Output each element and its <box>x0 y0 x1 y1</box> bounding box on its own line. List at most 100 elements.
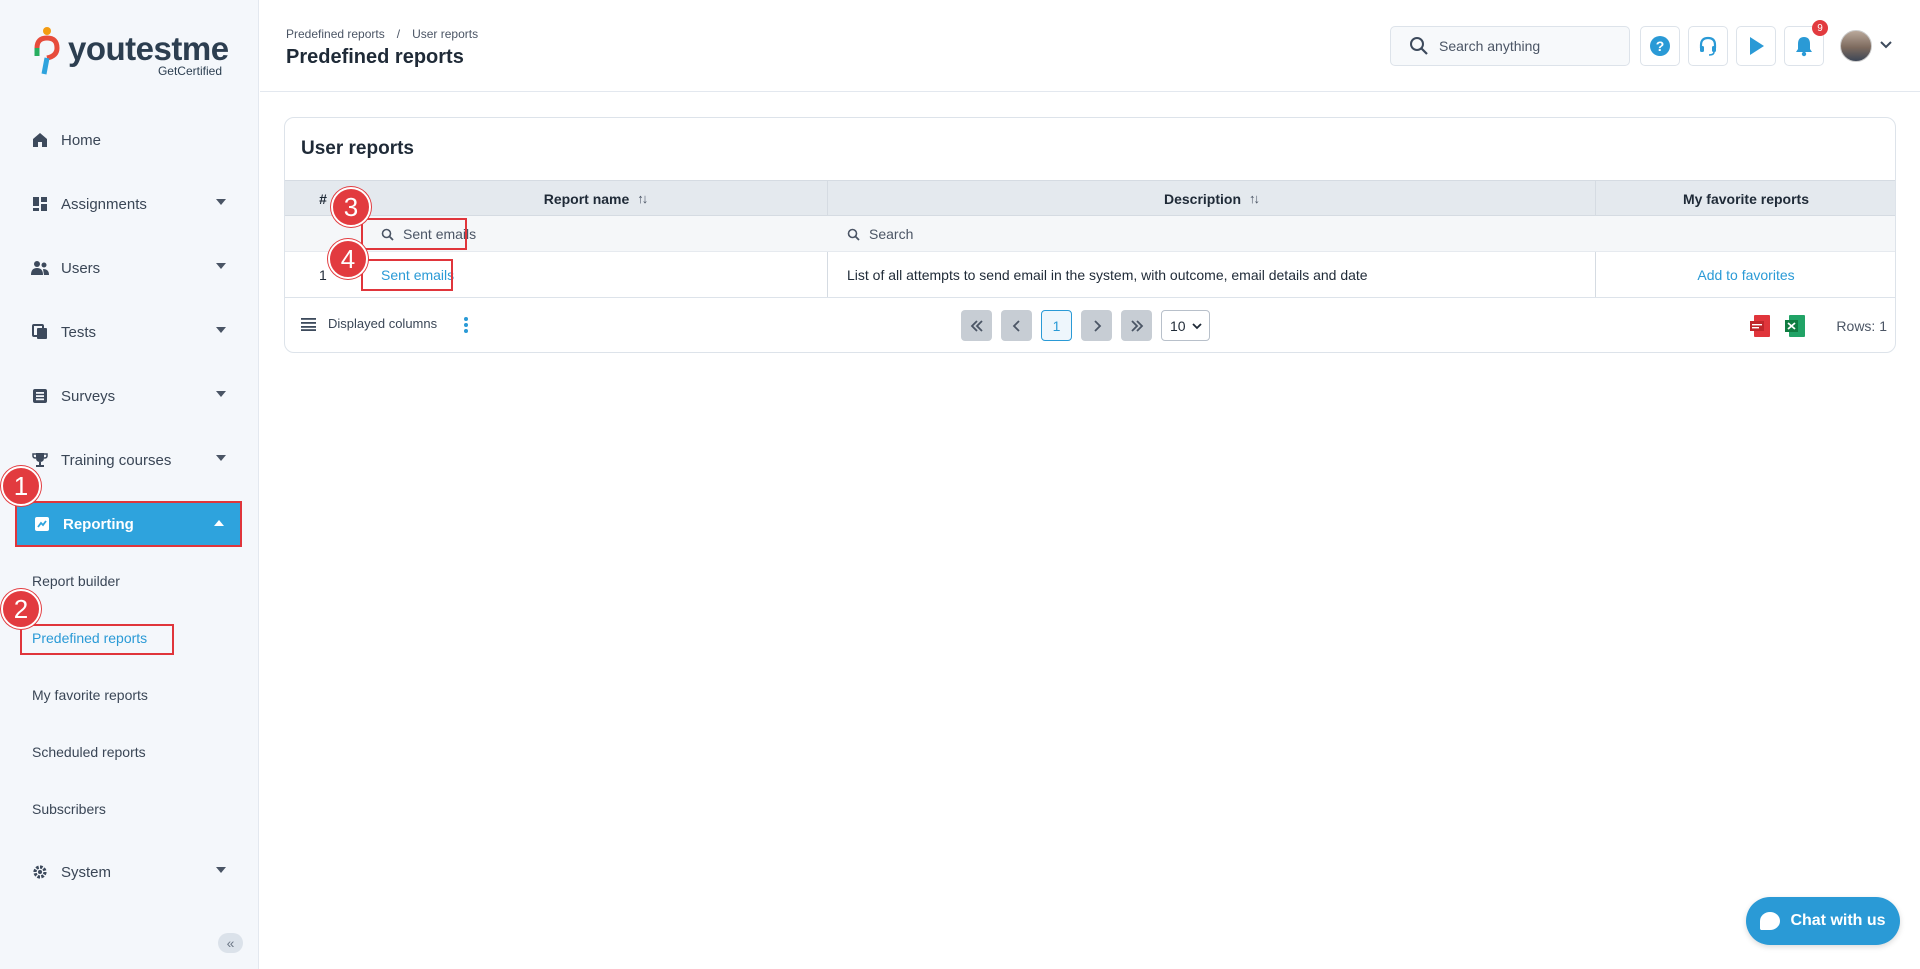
filter-row: Sent emails Search <box>285 216 1895 252</box>
filter-placeholder: Search <box>869 226 914 242</box>
sidebar-item-label: Tests <box>61 323 97 341</box>
table-footer: Displayed columns 1 10 Rows: 1 <box>285 300 1895 352</box>
sort-icon[interactable]: ↑↓ <box>637 191 648 206</box>
chevron-down-icon <box>216 391 226 397</box>
sidebar-item-label: Training courses <box>61 451 172 469</box>
help-button[interactable]: ? <box>1640 26 1680 66</box>
global-search-input[interactable]: Search anything <box>1390 26 1630 66</box>
dashboard-icon <box>31 195 49 213</box>
sidebar-item-home[interactable]: Home <box>15 118 242 162</box>
avatar[interactable] <box>1840 30 1872 62</box>
column-header-favorites: My favorite reports <box>1682 190 1810 207</box>
sidebar-subitem-my-favorite-reports[interactable]: My favorite reports <box>32 687 148 703</box>
play-tour-button[interactable] <box>1736 26 1776 66</box>
annotation-badge-2: 2 <box>1 589 41 629</box>
list-icon <box>301 317 316 331</box>
play-icon <box>1750 37 1764 55</box>
annotation-badge-3: 3 <box>331 187 371 227</box>
page-title: Predefined reports <box>286 46 464 68</box>
table-header: # Report name ↑↓ Description ↑↓ My favor… <box>285 180 1895 216</box>
help-icon: ? <box>1650 36 1670 56</box>
logo[interactable]: youtestme GetCertified <box>32 24 232 78</box>
breadcrumb: Predefined reports / User reports <box>286 27 478 41</box>
user-reports-card: User reports # Report name ↑↓ Descriptio… <box>284 117 1896 353</box>
logo-wordmark: youtestme <box>68 30 229 67</box>
chevron-down-icon <box>216 455 226 461</box>
surveys-icon <box>31 387 49 405</box>
chat-with-us-button[interactable]: Chat with us <box>1746 897 1900 945</box>
top-header: Predefined reports / User reports Predef… <box>260 0 1920 92</box>
column-header-report-name[interactable]: Report name ↑↓ <box>361 181 829 216</box>
home-icon <box>31 131 49 149</box>
page-button-current[interactable]: 1 <box>1041 310 1072 341</box>
chevron-down-icon <box>216 199 226 205</box>
sidebar-subitem-report-builder[interactable]: Report builder <box>32 573 120 589</box>
logo-tagline: GetCertified <box>157 64 222 78</box>
search-icon <box>847 228 860 241</box>
rows-count: Rows: 1 <box>1836 318 1887 334</box>
chevron-down-icon <box>1192 323 1202 330</box>
rows-per-page-select[interactable]: 10 <box>1161 310 1210 341</box>
sidebar-item-label: System <box>61 863 112 881</box>
annotation-badge-4: 4 <box>328 239 368 279</box>
chevron-down-icon <box>216 263 226 269</box>
annotation-highlight-box <box>361 259 453 291</box>
collapse-sidebar-button[interactable]: « <box>218 933 243 953</box>
search-placeholder: Search anything <box>1439 38 1541 54</box>
description-filter-input[interactable]: Search <box>847 221 913 247</box>
sidebar-subitem-subscribers[interactable]: Subscribers <box>32 801 106 817</box>
last-page-button[interactable] <box>1121 310 1152 341</box>
report-description: List of all attempts to send email in th… <box>847 267 1368 283</box>
svg-text:?: ? <box>1656 38 1665 54</box>
support-button[interactable] <box>1688 26 1728 66</box>
sidebar-item-assignments[interactable]: Assignments <box>15 182 242 226</box>
trophy-icon <box>31 451 49 469</box>
annotation-badge-1: 1 <box>1 466 41 506</box>
breadcrumb-item-predefined-reports[interactable]: Predefined reports <box>286 27 385 41</box>
chevron-left-icon <box>1012 319 1020 332</box>
chevron-right-icon <box>1093 319 1101 332</box>
notifications-button[interactable]: 9 <box>1784 20 1828 66</box>
logo-mark-icon <box>34 27 60 75</box>
more-options-icon[interactable] <box>463 316 469 334</box>
card-title: User reports <box>301 138 414 159</box>
row-index: 1 <box>319 267 327 283</box>
bell-icon <box>1796 37 1812 57</box>
sidebar-item-training-courses[interactable]: Training courses <box>15 438 242 482</box>
breadcrumb-separator: / <box>396 27 401 41</box>
chevron-down-icon <box>216 327 226 333</box>
double-chevron-left-icon: « <box>226 935 235 951</box>
next-page-button[interactable] <box>1081 310 1112 341</box>
sidebar-item-reporting[interactable]: Reporting <box>15 501 242 547</box>
users-icon <box>31 259 49 277</box>
sidebar-item-label: Surveys <box>61 387 116 405</box>
chevron-down-icon[interactable] <box>1880 40 1892 50</box>
previous-page-button[interactable] <box>1001 310 1032 341</box>
sort-icon[interactable]: ↑↓ <box>1249 191 1260 206</box>
search-icon <box>1410 37 1428 55</box>
sidebar-item-label: Users <box>61 259 101 277</box>
sidebar-item-surveys[interactable]: Surveys <box>15 374 242 418</box>
excel-export-icon[interactable] <box>1785 314 1807 338</box>
pdf-export-icon[interactable] <box>1750 314 1772 338</box>
headset-icon <box>1699 36 1717 56</box>
sidebar-subitem-scheduled-reports[interactable]: Scheduled reports <box>32 744 146 760</box>
add-to-favorites-link[interactable]: Add to favorites <box>1595 252 1895 298</box>
sidebar-item-label: Home <box>61 131 102 149</box>
sidebar-item-users[interactable]: Users <box>15 246 242 290</box>
sidebar-item-system[interactable]: System <box>15 850 242 894</box>
notification-count-badge: 9 <box>1812 20 1828 36</box>
displayed-columns-button[interactable]: Displayed columns <box>301 316 437 331</box>
chevron-down-icon <box>216 867 226 873</box>
reporting-icon <box>33 515 51 533</box>
chat-bubble-icon <box>1760 912 1781 930</box>
double-chevron-right-icon <box>1130 319 1143 332</box>
column-header-description[interactable]: Description ↑↓ <box>827 181 1595 216</box>
annotation-highlight-box <box>361 218 467 250</box>
sidebar-item-tests[interactable]: Tests <box>15 310 242 354</box>
sidebar-item-label: Assignments <box>61 195 147 213</box>
annotation-highlight-box <box>20 624 174 655</box>
first-page-button[interactable] <box>961 310 992 341</box>
breadcrumb-item-user-reports: User reports <box>412 27 479 41</box>
gear-icon <box>31 863 49 881</box>
